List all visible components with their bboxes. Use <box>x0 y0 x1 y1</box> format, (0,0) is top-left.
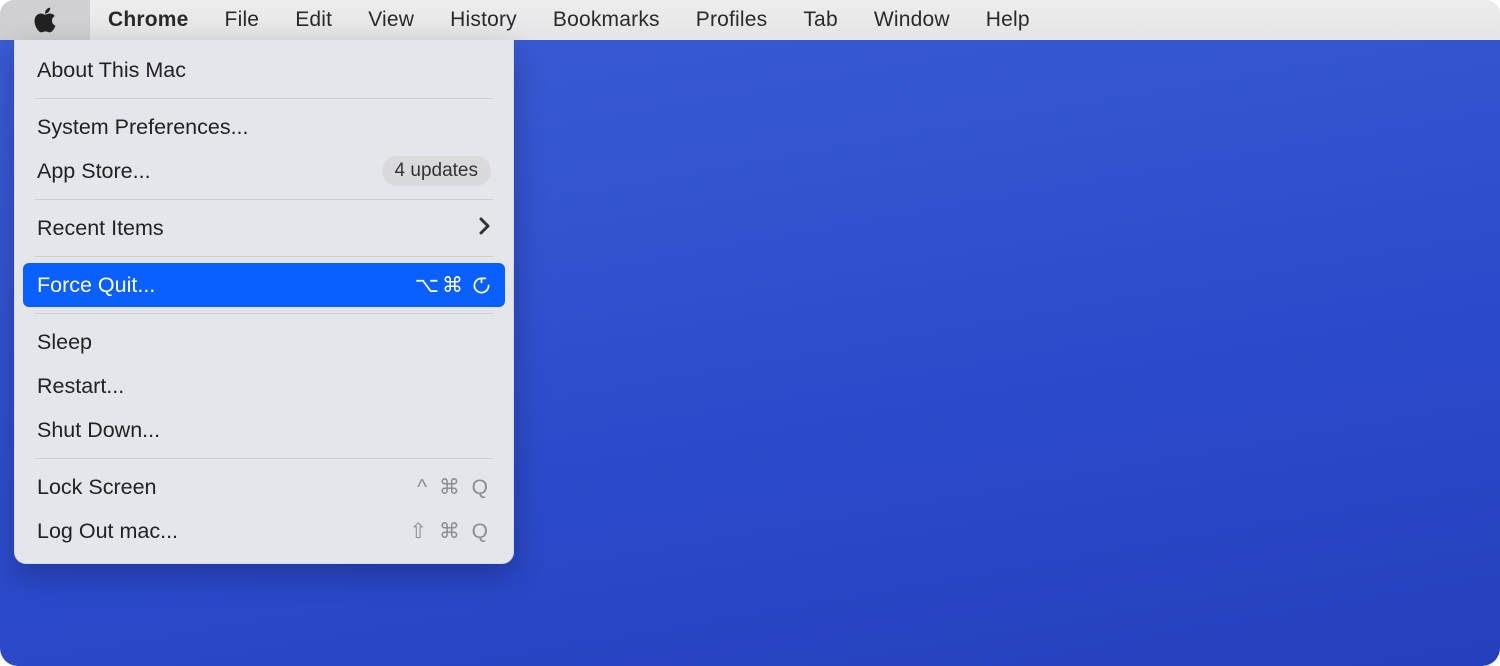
menu-item-shut-down[interactable]: Shut Down... <box>23 408 505 452</box>
menubar-item-help[interactable]: Help <box>968 0 1048 40</box>
menu-separator <box>35 313 493 314</box>
menu-item-label: Log Out mac... <box>37 519 178 544</box>
updates-badge: 4 updates <box>382 156 491 186</box>
menu-item-lock-screen[interactable]: Lock Screen ^ ⌘ Q <box>23 465 505 509</box>
apple-menu-dropdown: About This Mac System Preferences... App… <box>14 40 514 564</box>
menubar-item-edit[interactable]: Edit <box>277 0 350 40</box>
menu-item-label: About This Mac <box>37 58 186 83</box>
menu-item-label: Shut Down... <box>37 418 160 443</box>
menu-item-force-quit[interactable]: Force Quit... ⌥⌘ <box>23 263 505 307</box>
menubar-item-profiles[interactable]: Profiles <box>678 0 786 40</box>
menu-item-about-this-mac[interactable]: About This Mac <box>23 48 505 92</box>
menu-separator <box>35 256 493 257</box>
menubar-item-history[interactable]: History <box>432 0 535 40</box>
menu-bar: Chrome File Edit View History Bookmarks … <box>0 0 1500 40</box>
keyboard-shortcut: ⌥⌘ <box>415 273 491 298</box>
menu-item-label: Restart... <box>37 374 124 399</box>
keyboard-shortcut: ^ ⌘ Q <box>417 475 491 500</box>
menu-item-label: System Preferences... <box>37 115 249 140</box>
menu-item-label: Recent Items <box>37 216 164 241</box>
menubar-item-bookmarks[interactable]: Bookmarks <box>535 0 678 40</box>
chevron-right-icon <box>479 214 491 242</box>
menubar-item-window[interactable]: Window <box>856 0 968 40</box>
menubar-item-view[interactable]: View <box>350 0 432 40</box>
menu-item-label: Sleep <box>37 330 92 355</box>
menubar-app-name[interactable]: Chrome <box>90 0 207 40</box>
menubar-item-file[interactable]: File <box>207 0 278 40</box>
menu-item-label: App Store... <box>37 159 151 184</box>
menu-separator <box>35 98 493 99</box>
menu-item-app-store[interactable]: App Store... 4 updates <box>23 149 505 193</box>
menu-item-system-preferences[interactable]: System Preferences... <box>23 105 505 149</box>
escape-icon <box>472 276 491 295</box>
menu-item-label: Force Quit... <box>37 273 155 298</box>
menu-item-recent-items[interactable]: Recent Items <box>23 206 505 250</box>
menu-separator <box>35 458 493 459</box>
keyboard-shortcut: ⇧ ⌘ Q <box>409 519 491 544</box>
menubar-item-tab[interactable]: Tab <box>785 0 855 40</box>
apple-menu-button[interactable] <box>0 0 90 40</box>
menu-item-restart[interactable]: Restart... <box>23 364 505 408</box>
shortcut-keys: ⌥⌘ <box>415 273 466 298</box>
menu-item-sleep[interactable]: Sleep <box>23 320 505 364</box>
apple-logo-icon <box>32 7 58 33</box>
menu-item-log-out[interactable]: Log Out mac... ⇧ ⌘ Q <box>23 509 505 553</box>
desktop: Chrome File Edit View History Bookmarks … <box>0 0 1500 666</box>
menu-item-label: Lock Screen <box>37 475 157 500</box>
menu-separator <box>35 199 493 200</box>
